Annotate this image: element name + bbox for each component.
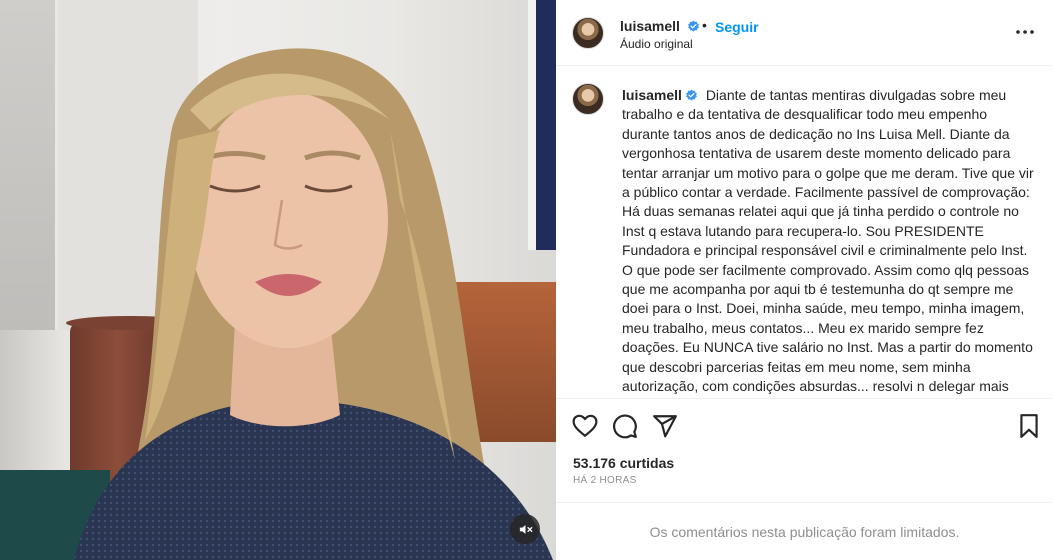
speaker-muted-icon	[519, 524, 532, 534]
heart-icon	[572, 414, 598, 437]
paper-plane-icon	[653, 415, 677, 438]
comments-limited-notice: Os comentários nesta publicação foram li…	[556, 502, 1053, 560]
save-button[interactable]	[1016, 413, 1042, 439]
author-username-text[interactable]: luisamell	[620, 18, 680, 34]
caption-section: luisamell Diante de tantas mentiras divu…	[556, 67, 1053, 397]
caption-text: luisamell Diante de tantas mentiras divu…	[622, 86, 1036, 397]
share-button[interactable]	[652, 413, 678, 439]
header-separator: •	[702, 17, 707, 33]
author-username[interactable]: luisamell	[620, 18, 700, 34]
like-button[interactable]	[572, 413, 598, 439]
post-header: luisamell • Seguir Áudio original	[556, 0, 1053, 66]
video-frame-person	[74, 48, 553, 560]
action-bar	[556, 398, 1053, 450]
caption-body: Diante de tantas mentiras divulgadas sob…	[622, 87, 1034, 395]
post-timestamp[interactable]: HÁ 2 HORAS	[573, 475, 637, 486]
more-horizontal-icon	[1016, 30, 1034, 34]
post-details-panel: luisamell • Seguir Áudio original luisam…	[556, 0, 1053, 560]
background-door	[0, 0, 58, 330]
audio-label[interactable]: Áudio original	[620, 37, 693, 51]
mute-toggle-button[interactable]	[510, 514, 540, 544]
comment-button[interactable]	[612, 413, 638, 439]
likes-count[interactable]: 53.176 curtidas	[573, 455, 674, 471]
follow-button[interactable]: Seguir	[715, 19, 759, 35]
caption-author-avatar[interactable]	[572, 83, 604, 115]
author-avatar[interactable]	[572, 17, 604, 49]
verified-badge-icon	[687, 20, 699, 32]
more-options-button[interactable]	[1013, 22, 1037, 42]
caption-verified-badge-icon	[686, 89, 697, 101]
post-video[interactable]	[0, 0, 556, 560]
caption-username-text[interactable]: luisamell	[622, 87, 682, 103]
bookmark-icon	[1020, 414, 1038, 438]
caption-author-username[interactable]: luisamell	[622, 87, 698, 103]
comment-icon	[613, 414, 637, 439]
